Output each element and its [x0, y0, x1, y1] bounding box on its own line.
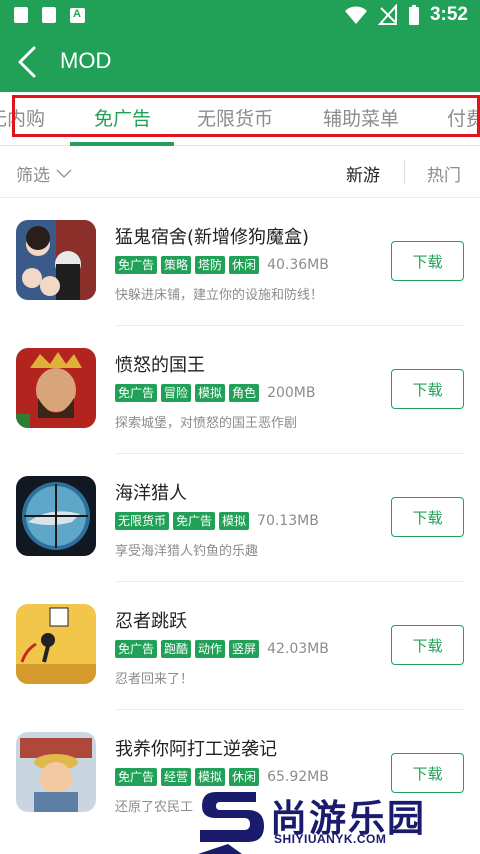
filter-label: 筛选 — [16, 166, 50, 186]
sort-divider — [404, 160, 405, 184]
download-button[interactable]: 下载 — [391, 369, 464, 409]
app-tag: 策略 — [161, 256, 192, 274]
app-name: 我养你阿打工逆袭记 — [115, 739, 277, 760]
tab-no-iap[interactable]: 无内购 — [0, 104, 45, 131]
app-list-item[interactable]: 海洋猎人 无限货币 免广告 模拟 70.13MB 享受海洋猎人钓鱼的乐趣 下载 — [0, 454, 480, 582]
a-app-icon — [70, 7, 85, 23]
no-signal-icon — [377, 4, 397, 25]
tab-paid[interactable]: 付费 — [447, 104, 480, 131]
app-size: 42.03MB — [267, 641, 329, 657]
app-icon-worker-story — [16, 732, 96, 812]
status-bar: 3:52 — [0, 0, 480, 32]
app-tags: 免广告 经营 模拟 休闲 65.92MB — [115, 768, 329, 786]
app-tag: 免广告 — [173, 512, 216, 530]
app-tag: 免广告 — [115, 640, 158, 658]
app-tags: 无限货币 免广告 模拟 70.13MB — [115, 512, 319, 530]
tab-no-ads[interactable]: 免广告 — [94, 104, 151, 131]
app-tag: 免广告 — [115, 384, 158, 402]
app-name: 猛鬼宿舍(新增修狗魔盒) — [115, 227, 310, 248]
app-size: 200MB — [267, 385, 316, 401]
battery-icon — [408, 5, 419, 25]
tab-unlimited-currency[interactable]: 无限货币 — [197, 104, 273, 131]
app-size: 40.36MB — [267, 257, 329, 273]
app-description: 享受海洋猎人钓鱼的乐趣 — [115, 544, 259, 559]
app-tag: 冒险 — [161, 384, 192, 402]
status-time: 3:52 — [429, 4, 468, 25]
app-tag: 免广告 — [115, 256, 158, 274]
filter-dropdown[interactable]: 筛选 — [16, 161, 72, 186]
app-tag: 免广告 — [115, 768, 158, 786]
app-list-item[interactable]: 愤怒的国王 免广告 冒险 模拟 角色 200MB 探索城堡，对愤怒的国王恶作剧 … — [0, 326, 480, 454]
filter-bar: 筛选 新游 热门 — [0, 146, 480, 198]
app-size: 65.92MB — [267, 769, 329, 785]
sort-hot-button[interactable]: 热门 — [427, 161, 461, 186]
download-button[interactable]: 下载 — [391, 625, 464, 665]
app-description: 忍者回来了！ — [115, 672, 194, 687]
watermark-logo: 尚游乐园 SHIYIUANYK.COM — [198, 786, 480, 854]
app-tag: 竖屏 — [229, 640, 260, 658]
app-tags: 免广告 策略 塔防 休闲 40.36MB — [115, 256, 329, 274]
app-tags: 免广告 跑酷 动作 竖屏 42.03MB — [115, 640, 329, 658]
app-tag: 角色 — [229, 384, 260, 402]
app-tag: 塔防 — [195, 256, 226, 274]
app-tags: 免广告 冒险 模拟 角色 200MB — [115, 384, 315, 402]
download-button[interactable]: 下载 — [391, 241, 464, 281]
app-icon-ghost-dorm — [16, 220, 96, 300]
app-tag: 模拟 — [195, 768, 226, 786]
status-right-icons: 3:52 — [344, 4, 468, 26]
map-icon — [42, 7, 56, 23]
chevron-down-icon — [56, 168, 72, 178]
app-icon-ocean-hunter — [16, 476, 96, 556]
status-left-icons — [14, 7, 85, 23]
tab-assist-menu[interactable]: 辅助菜单 — [323, 104, 399, 131]
app-tag: 跑酷 — [161, 640, 192, 658]
app-tag: 休闲 — [229, 768, 260, 786]
app-size: 70.13MB — [257, 513, 319, 529]
app-description: 探索城堡，对愤怒的国王恶作剧 — [115, 416, 298, 431]
watermark-url: SHIYIUANYK.COM — [274, 832, 387, 846]
app-icon-ninja-jump — [16, 604, 96, 684]
back-arrow-icon[interactable] — [10, 42, 50, 82]
app-tag: 模拟 — [219, 512, 250, 530]
wifi-icon — [344, 6, 367, 24]
watermark-s-icon — [198, 792, 264, 854]
app-list-item[interactable]: 忍者跳跃 免广告 跑酷 动作 竖屏 42.03MB 忍者回来了！ 下载 — [0, 582, 480, 710]
app-bar: MOD — [0, 32, 480, 92]
sort-new-button[interactable]: 新游 — [346, 161, 380, 186]
app-name: 愤怒的国王 — [115, 355, 205, 376]
app-tag: 动作 — [195, 640, 226, 658]
app-icon-angry-king — [16, 348, 96, 428]
page-title: MOD — [60, 48, 112, 73]
lock-icon — [14, 7, 28, 23]
app-description: 快躲进床铺，建立你的设施和防线！ — [115, 288, 324, 303]
app-name: 海洋猎人 — [115, 483, 187, 504]
app-description: 还原了农民工 — [115, 800, 194, 815]
app-list-item[interactable]: 猛鬼宿舍(新增修狗魔盒) 免广告 策略 塔防 休闲 40.36MB 快躲进床铺，… — [0, 198, 480, 326]
app-tag: 经营 — [161, 768, 192, 786]
category-tabs: 无内购 免广告 无限货币 辅助菜单 付费 — [0, 92, 480, 146]
app-tag: 无限货币 — [115, 512, 170, 530]
app-name: 忍者跳跃 — [115, 611, 187, 632]
app-tag: 模拟 — [195, 384, 226, 402]
app-tag: 休闲 — [229, 256, 260, 274]
download-button[interactable]: 下载 — [391, 497, 464, 537]
